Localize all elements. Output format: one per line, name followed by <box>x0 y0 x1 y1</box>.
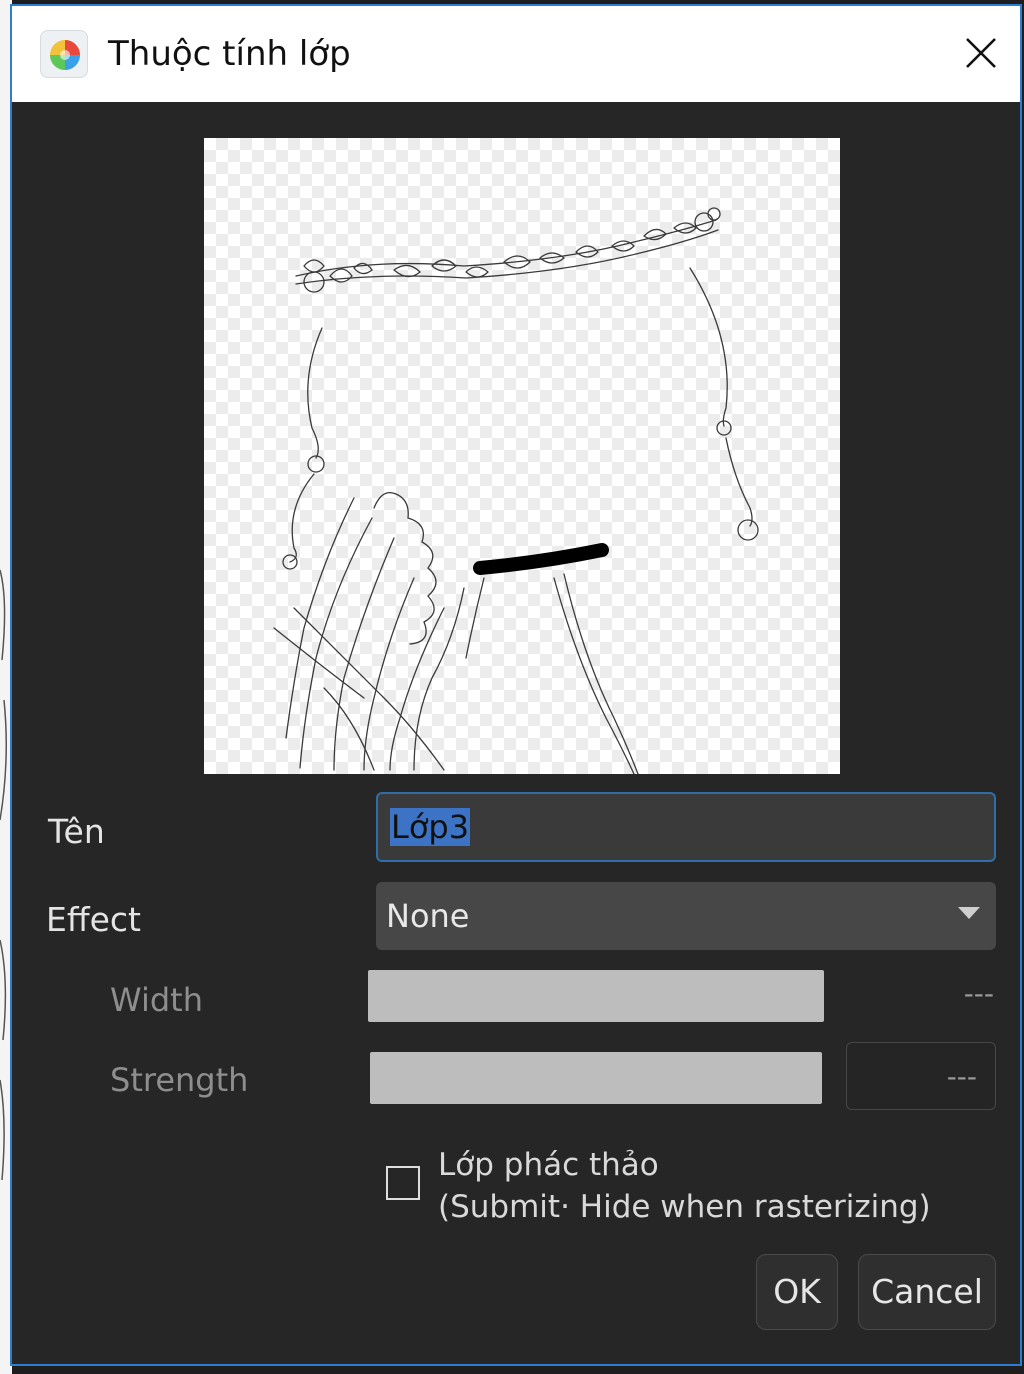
effect-dropdown[interactable]: None <box>376 882 996 950</box>
layer-properties-dialog: Thuộc tính lớp Tên Lớp3 Effect None Widt… <box>10 4 1022 1366</box>
strength-label: Strength <box>110 1061 249 1099</box>
ok-button[interactable]: OK <box>756 1254 838 1330</box>
title-bar: Thuộc tính lớp <box>12 6 1020 102</box>
draft-layer-label[interactable]: Lớp phác thảo (Submit· Hide when rasteri… <box>438 1144 931 1228</box>
chevron-down-icon <box>958 907 980 919</box>
draft-layer-title: Lớp phác thảo <box>438 1147 659 1183</box>
draft-layer-checkbox[interactable] <box>386 1166 420 1200</box>
width-slider[interactable] <box>368 970 824 1022</box>
strength-slider[interactable] <box>370 1052 822 1104</box>
effect-label: Effect <box>46 900 141 939</box>
close-icon <box>966 38 996 68</box>
layer-name-input[interactable]: Lớp3 <box>376 792 996 862</box>
name-label: Tên <box>48 812 105 851</box>
effect-selected-value: None <box>386 897 470 935</box>
close-button[interactable] <box>952 24 1010 82</box>
strength-value: --- <box>946 1060 977 1093</box>
layer-preview-thumbnail <box>204 138 840 774</box>
width-value: --- <box>963 977 994 1010</box>
color-wheel-icon <box>40 30 88 78</box>
strength-spinbox[interactable]: --- <box>846 1042 996 1110</box>
layer-name-selection: Lớp3 <box>390 808 471 846</box>
cancel-button[interactable]: Cancel <box>858 1254 996 1330</box>
draft-layer-hint: (Submit· Hide when rasterizing) <box>438 1189 931 1225</box>
dialog-title: Thuộc tính lớp <box>108 34 351 74</box>
width-label: Width <box>110 981 203 1019</box>
